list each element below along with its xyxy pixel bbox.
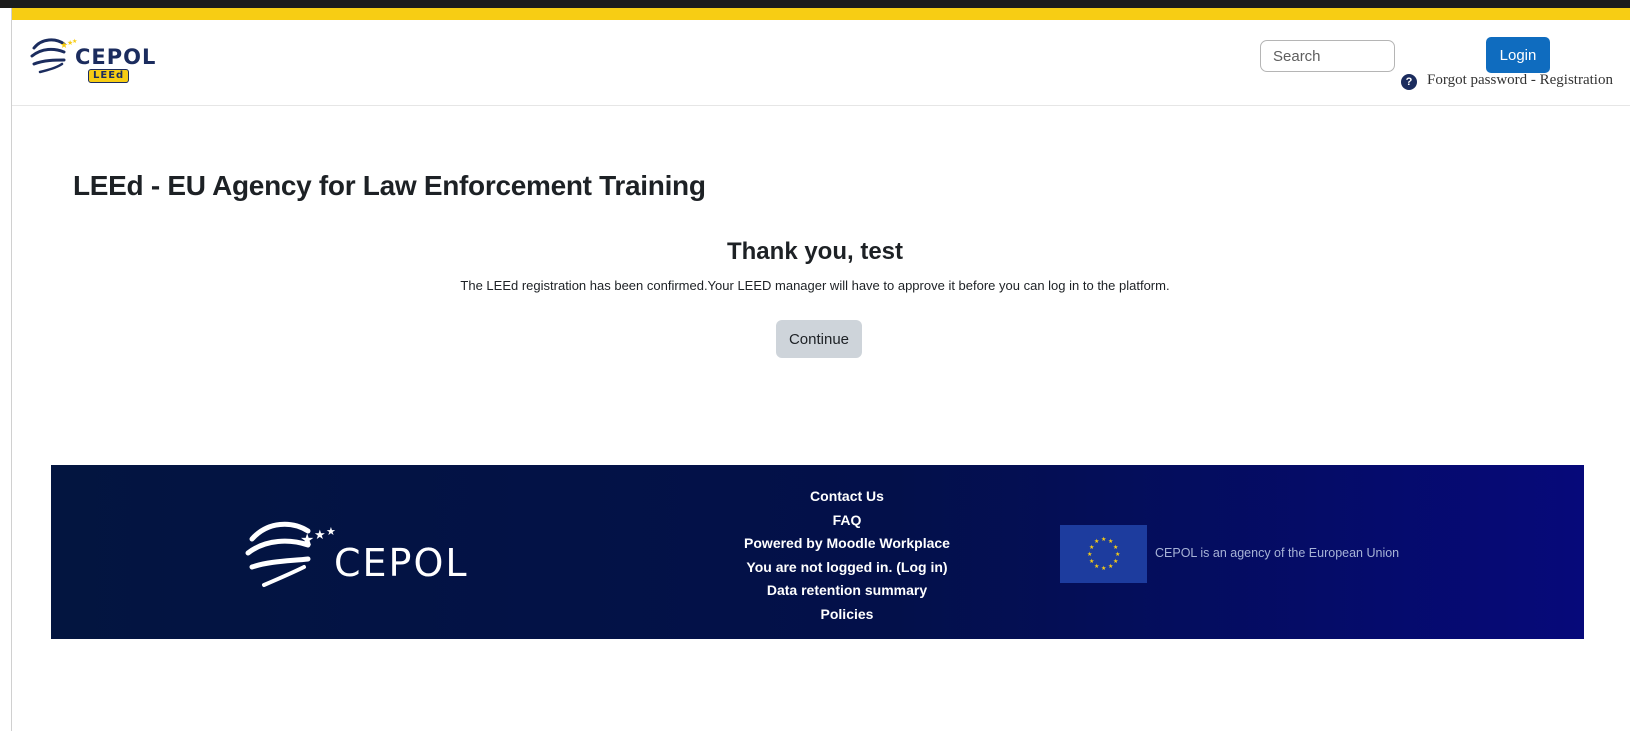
powered-by-moodle-link[interactable]: Powered by Moodle Workplace (672, 532, 1022, 556)
svg-text:★: ★ (72, 38, 77, 45)
policies-link[interactable]: Policies (672, 603, 1022, 627)
forgot-password-registration-link[interactable]: Forgot password - Registration (1427, 72, 1613, 89)
login-status-link[interactable]: You are not logged in. (Log in) (672, 556, 1022, 580)
svg-text:★: ★ (314, 527, 326, 542)
search-input[interactable] (1260, 40, 1395, 72)
faq-link[interactable]: FAQ (672, 509, 1022, 533)
data-retention-link[interactable]: Data retention summary (672, 579, 1022, 603)
confirmation-message: The LEEd registration has been confirmed… (460, 278, 1170, 293)
site-header: ★ ★ ★ CEPOL LEEd Login ? Forgot password… (12, 20, 1630, 106)
continue-button[interactable]: Continue (776, 320, 862, 358)
svg-text:★: ★ (1089, 558, 1094, 565)
question-circle-icon[interactable]: ? (1401, 74, 1417, 90)
svg-text:★: ★ (1094, 538, 1099, 545)
svg-text:★: ★ (1101, 565, 1106, 572)
cepol-swirl-icon: ★ ★ ★ (30, 38, 77, 74)
footer-links: Contact Us FAQ Powered by Moodle Workpla… (672, 485, 1022, 626)
top-dark-strip (0, 0, 1630, 8)
cepol-logo[interactable]: ★ ★ ★ CEPOL LEEd (30, 34, 180, 84)
left-border (11, 8, 12, 731)
top-accent-bar (12, 8, 1630, 20)
confirmation-heading: Thank you, test (726, 238, 904, 265)
page-title: LEEd - EU Agency for Law Enforcement Tra… (73, 170, 706, 201)
site-footer: ★ ★ ★ CEPOL Contact Us FAQ Powered by Mo… (51, 465, 1584, 639)
logo-leed-badge: LEEd (88, 69, 130, 83)
login-button[interactable]: Login (1486, 37, 1550, 73)
svg-text:★: ★ (1108, 563, 1113, 570)
footer-cepol-swirl-icon: ★ ★ ★ (245, 521, 336, 587)
contact-us-link[interactable]: Contact Us (672, 485, 1022, 509)
eu-agency-text: CEPOL is an agency of the European Union (1155, 546, 1400, 560)
footer-cepol-logo: ★ ★ ★ CEPOL (244, 515, 514, 605)
eu-flag-icon: ★ ★ ★ ★ ★ ★ ★ ★ ★ ★ ★ ★ (1060, 525, 1147, 583)
svg-text:★: ★ (300, 532, 314, 549)
svg-text:★: ★ (1113, 558, 1118, 565)
logo-brand-text: CEPOL (75, 45, 157, 69)
svg-text:★: ★ (326, 526, 336, 538)
svg-text:★: ★ (1113, 544, 1118, 551)
svg-text:★: ★ (1089, 544, 1094, 551)
svg-text:★: ★ (1101, 536, 1106, 543)
svg-text:★: ★ (1094, 563, 1099, 570)
svg-text:★: ★ (1115, 551, 1120, 558)
footer-brand-text: CEPOL (334, 541, 469, 585)
svg-text:★: ★ (1108, 538, 1113, 545)
svg-text:★: ★ (1087, 551, 1092, 558)
